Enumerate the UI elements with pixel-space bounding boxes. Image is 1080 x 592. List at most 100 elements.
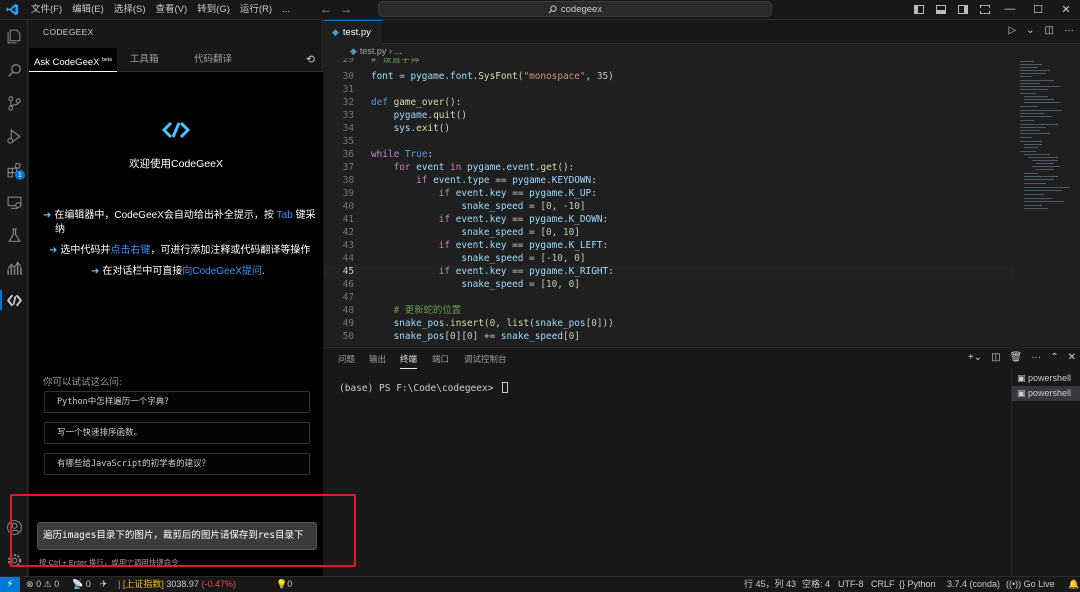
notifications-bell-icon[interactable]: 🔔 xyxy=(1068,577,1079,592)
back-arrow-icon[interactable]: ← xyxy=(320,2,332,16)
tab-ports[interactable]: 端口 xyxy=(432,353,449,369)
source-control-icon[interactable] xyxy=(0,89,28,117)
search-sidebar-icon[interactable] xyxy=(0,56,28,84)
toggle-panel-icon[interactable] xyxy=(936,4,946,14)
go-live-button[interactable]: ((•)) Go Live xyxy=(1006,577,1055,592)
kill-terminal-icon[interactable]: 🗑 xyxy=(1010,352,1023,363)
menu-selection[interactable]: 选择(S) xyxy=(109,1,151,19)
python-interpreter[interactable]: 3.7.4 (conda) xyxy=(947,577,1000,592)
terminal-item[interactable]: ▣ powershell xyxy=(1012,371,1080,386)
stock-widget[interactable]: | [上证指数] 3038.97 (-0.47%) xyxy=(118,577,236,592)
close-panel-icon[interactable]: ✕ xyxy=(1068,352,1076,363)
ask-codegeex-link[interactable]: 向CodeGeeX提问 xyxy=(182,266,261,277)
run-dropdown-icon[interactable]: ⌄ xyxy=(1026,25,1034,36)
suggestion-item[interactable]: 有哪些给JavaScript的初学者的建议？ xyxy=(44,453,310,475)
account-icon[interactable] xyxy=(0,513,28,541)
codegeex-icon[interactable] xyxy=(0,286,28,314)
python-file-icon: ◆ xyxy=(350,46,357,56)
tab-test-py-label: test.py xyxy=(342,27,371,38)
cursor-position[interactable]: 行 45，列 43 xyxy=(744,577,796,592)
remote-indicator-icon[interactable]: ⚡ xyxy=(0,577,20,592)
menu-goto[interactable]: 转到(G) xyxy=(192,1,235,19)
menu-run[interactable]: 运行(R) xyxy=(235,1,277,19)
encoding[interactable]: UTF-8 xyxy=(838,577,864,592)
tab-test-py[interactable]: ◆ test.py xyxy=(324,20,382,44)
run-python-file-icon[interactable]: ▷ xyxy=(1008,25,1016,36)
split-editor-icon[interactable]: ◫ xyxy=(1045,25,1054,36)
customize-layout-icon[interactable] xyxy=(980,4,990,14)
tab-terminal[interactable]: 终端 xyxy=(400,353,418,369)
code-editor[interactable]: 29 # 设置字体 30 font = pygame.font.SysFont("m… xyxy=(324,58,1014,346)
tab-toolbox[interactable]: 工具箱 xyxy=(130,48,159,72)
language-mode[interactable]: {} Python xyxy=(899,577,936,592)
beta-tag: beta xyxy=(102,57,112,63)
history-icon[interactable]: ⟲ xyxy=(306,53,315,66)
line-number: 48 xyxy=(342,305,354,316)
breadcrumb-file[interactable]: test.py xyxy=(360,46,387,56)
ports-status[interactable]: 📡 0 xyxy=(72,577,91,592)
suggestion-item[interactable]: Python中怎样遍历一个字典？ xyxy=(44,391,310,413)
accounts-status-icon[interactable]: ✈ xyxy=(100,577,108,592)
status-bar: ⚡ ⊗ 0 ⚠ 0 📡 0 ✈ | [上证指数] 3038.97 (-0.47%… xyxy=(0,576,1080,592)
split-terminal-icon[interactable]: ◫ xyxy=(991,352,1000,363)
tip1-text: 在编辑器中，CodeGeeX会自动给出补全提示，按 xyxy=(54,210,277,221)
line-number: 45 xyxy=(342,266,354,277)
new-terminal-icon[interactable]: +⌄ xyxy=(968,352,982,363)
manage-gear-icon[interactable] xyxy=(0,546,28,574)
stock-marker: | xyxy=(118,579,121,589)
tab-ask-codegeex[interactable]: Ask CodeGeeX beta xyxy=(29,48,117,72)
menu-edit[interactable]: 编辑(E) xyxy=(67,1,109,19)
remote-explorer-icon[interactable] xyxy=(0,188,28,216)
testing-icon[interactable] xyxy=(0,221,28,249)
toggle-secondary-sidebar-icon[interactable] xyxy=(958,4,968,14)
line-number: 43 xyxy=(342,240,354,251)
error-count: 0 xyxy=(36,579,42,589)
arrow-right-icon: ➜ xyxy=(43,210,52,221)
tab-output[interactable]: 输出 xyxy=(369,353,386,369)
menu-more[interactable]: ... xyxy=(277,1,295,19)
python-charts-icon[interactable] xyxy=(0,254,28,282)
run-debug-icon[interactable] xyxy=(0,122,28,150)
menu-file[interactable]: 文件(F) xyxy=(26,1,67,19)
minimize-icon[interactable]: — xyxy=(996,3,1024,15)
tip-right-click: ➜ 选中代码并点击右键，可进行添加注释或代码翻译等操作 xyxy=(49,244,310,258)
terminal-item[interactable]: ▣ powershell xyxy=(1012,386,1080,401)
more-actions-icon[interactable]: ··· xyxy=(1031,352,1041,363)
end-of-line[interactable]: CRLF xyxy=(871,577,895,592)
minimap[interactable] xyxy=(1014,58,1080,346)
problems-status[interactable]: ⊗ 0 ⚠ 0 xyxy=(26,577,59,592)
line-number: 44 xyxy=(342,253,354,264)
terminal-output[interactable]: (base) PS F:\Code\codegeex> xyxy=(339,382,509,394)
terminal-item-label: powershell xyxy=(1028,373,1072,383)
error-icon: ⊗ xyxy=(26,579,34,589)
bulb-status[interactable]: 💡0 xyxy=(276,577,292,592)
arrow-right-icon: ➜ xyxy=(91,266,100,277)
chat-input[interactable]: 遍历images目录下的图片，裁剪后的图片请保存到res目录下 xyxy=(37,522,317,550)
terminal-cursor xyxy=(502,382,509,393)
tab-code-translate[interactable]: 代码翻译 xyxy=(194,48,232,72)
maximize-panel-icon[interactable]: ⌃ xyxy=(1050,352,1058,363)
line-number: 35 xyxy=(342,136,354,147)
indentation[interactable]: 空格: 4 xyxy=(802,577,830,592)
chat-area: 欢迎使用CodeGeeX ➜ 在编辑器中，CodeGeeX会自动给出补全提示，按 … xyxy=(29,72,323,576)
command-center-search[interactable]: codegeex xyxy=(378,1,772,17)
vscode-logo-icon[interactable] xyxy=(2,1,22,19)
more-actions-icon[interactable]: ··· xyxy=(1064,25,1074,36)
explorer-icon[interactable] xyxy=(0,22,28,50)
ports-count: 0 xyxy=(85,579,91,589)
line-number: 47 xyxy=(342,292,354,303)
extensions-icon[interactable]: 1 xyxy=(0,156,28,184)
menu-view[interactable]: 查看(V) xyxy=(150,1,192,19)
tab-problems[interactable]: 问题 xyxy=(338,353,355,369)
tab-debug-console[interactable]: 调试控制台 xyxy=(464,353,507,369)
python-file-icon: ◆ xyxy=(332,27,339,37)
activity-bar: 1 xyxy=(0,20,28,576)
forward-arrow-icon[interactable]: → xyxy=(340,2,352,16)
maximize-icon[interactable]: ☐ xyxy=(1024,3,1052,16)
warning-icon: ⚠ xyxy=(43,579,52,589)
close-icon[interactable]: ✕ xyxy=(1052,3,1080,16)
toggle-primary-sidebar-icon[interactable] xyxy=(914,4,924,14)
right-click-link[interactable]: 点击右键 xyxy=(110,245,150,256)
welcome-heading: 欢迎使用CodeGeeX xyxy=(129,158,223,170)
suggestion-item[interactable]: 写一个快速排序函数。 xyxy=(44,422,310,444)
